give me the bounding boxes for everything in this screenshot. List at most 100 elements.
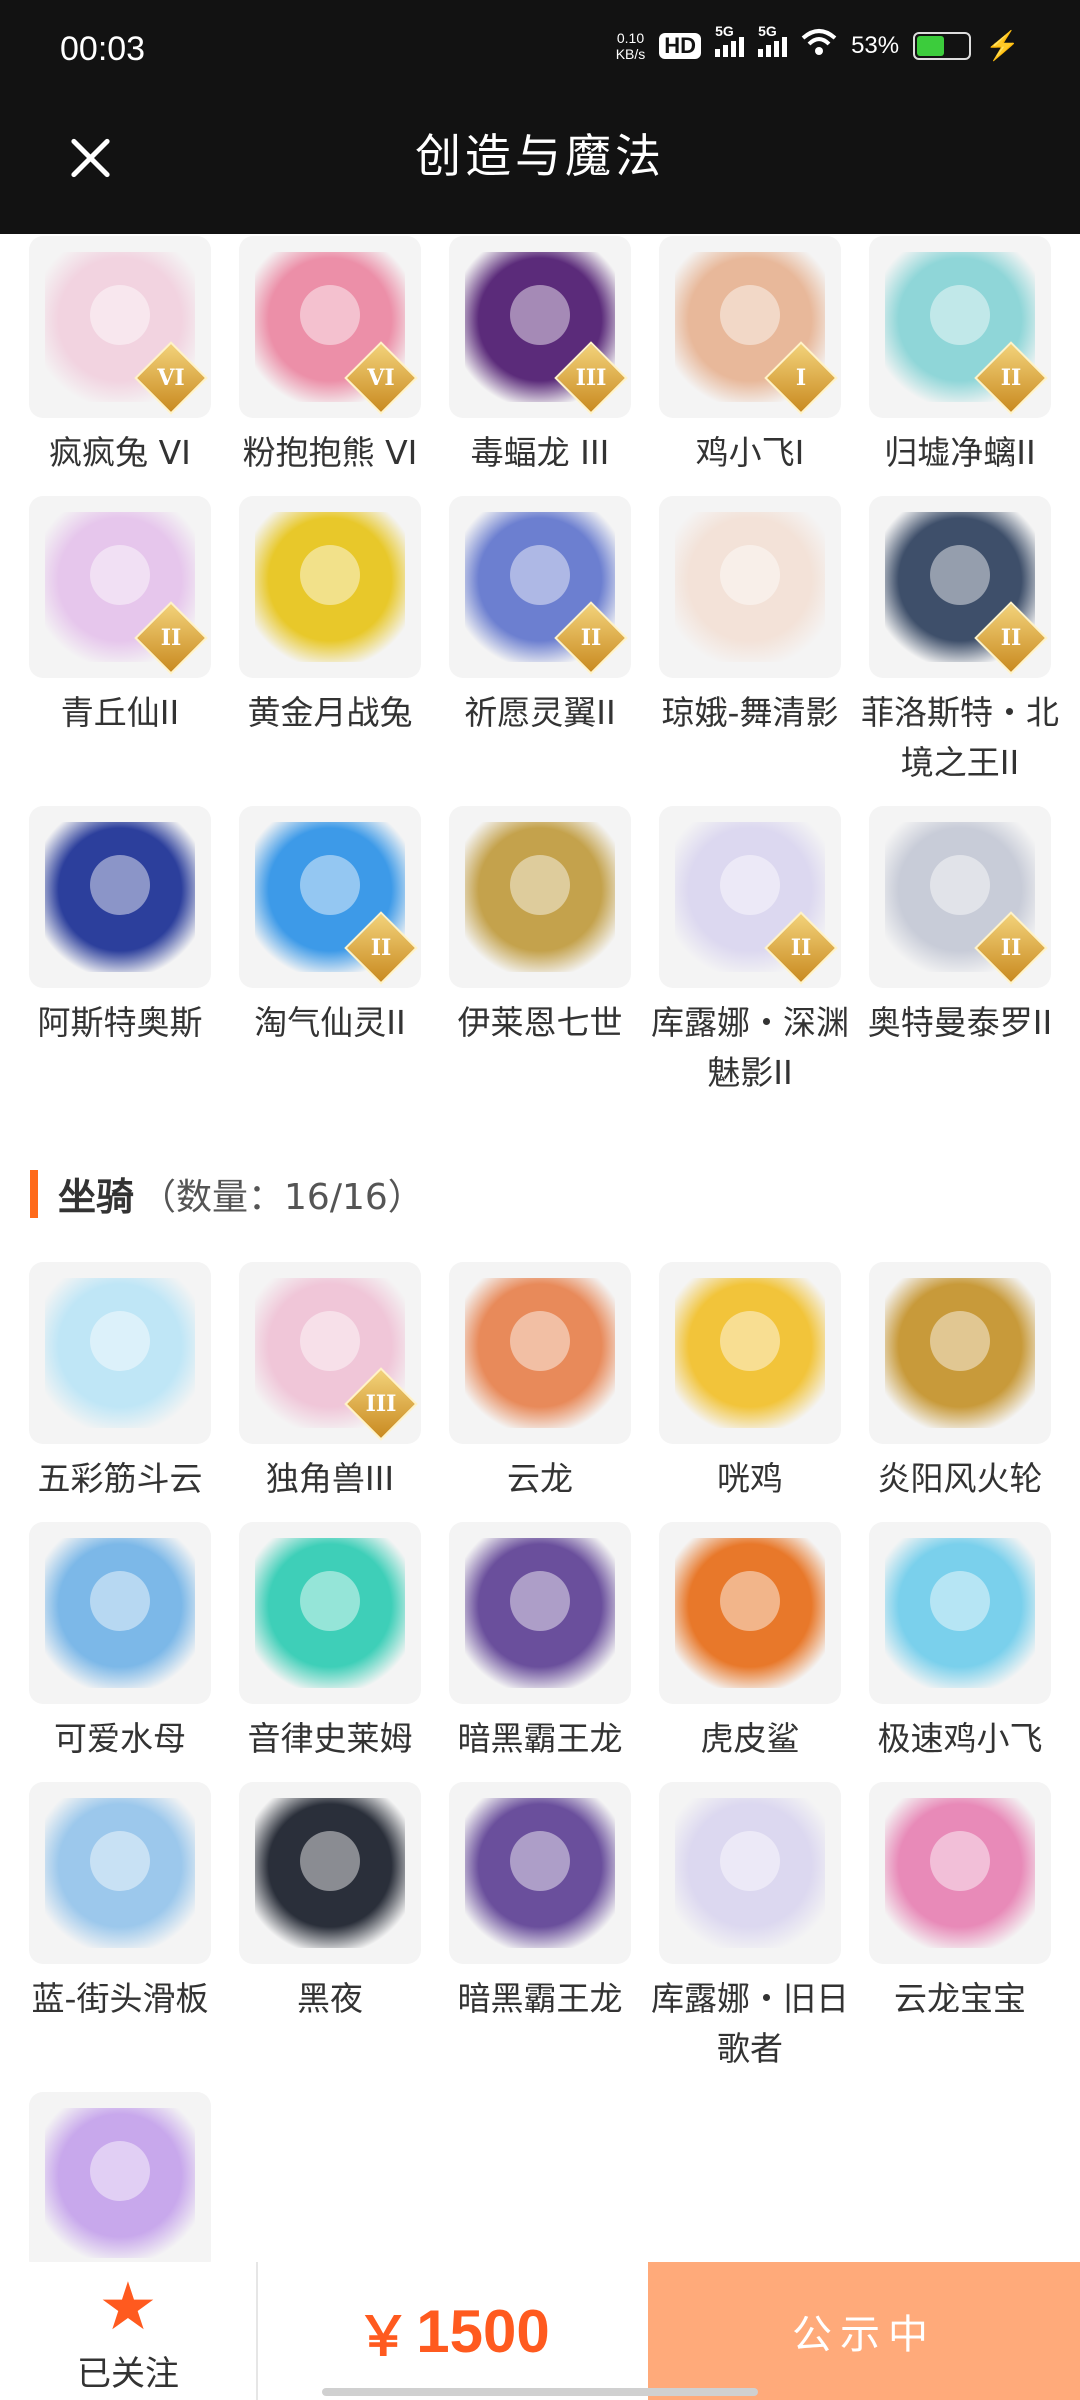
tier-badge-label: II [1000,365,1022,391]
battery-fill [917,35,944,56]
mount-artwork [885,1278,1035,1428]
mount-artwork [465,1798,615,1948]
mount-item[interactable]: 暗黑霸王龙 [440,1522,640,1764]
mount-artwork-highlight [90,1831,150,1891]
pet-item[interactable]: II 归墟净螭II [860,236,1060,478]
mount-item[interactable]: 暗黑霸王龙 [440,1782,640,2024]
pet-item[interactable]: II 祈愿灵翼II [440,496,640,738]
pet-item[interactable]: 伊莱恩七世 [440,806,640,1048]
pet-item[interactable]: II 菲洛斯特・北境之王II [860,496,1060,788]
pet-thumbnail: VI [239,236,421,418]
mount-label: 音律史莱姆 [247,1719,413,1758]
mount-item[interactable]: 虎皮鲨 [650,1522,850,1764]
mount-item[interactable] [20,2092,220,2274]
pet-item[interactable]: III 毒蝠龙 III [440,236,640,478]
mount-item[interactable]: 咣鸡 [650,1262,850,1504]
mount-artwork [885,1538,1035,1688]
mount-artwork-highlight [720,1571,780,1631]
pet-label: 黄金月战兔 [247,693,413,732]
mount-item[interactable]: 炎阳风火轮 [860,1262,1060,1504]
pet-artwork-highlight [930,545,990,605]
pet-item[interactable]: II 奥特曼泰罗II [860,806,1060,1048]
mount-artwork-highlight [90,1571,150,1631]
section-accent-bar [30,1169,38,1218]
mount-artwork-highlight [300,1311,360,1371]
pet-artwork-highlight [930,855,990,915]
pet-item[interactable]: 黄金月战兔 [230,496,430,738]
mount-artwork-highlight [510,1831,570,1891]
pet-thumbnail: II [869,806,1051,988]
pet-thumbnail [449,806,631,988]
mount-item[interactable]: 蓝-街头滑板 [20,1782,220,2024]
pet-thumbnail: II [29,496,211,678]
mount-thumbnail [29,2092,211,2274]
mount-label: 虎皮鲨 [700,1719,800,1758]
mount-item[interactable]: 五彩筋斗云 [20,1262,220,1504]
pet-label: 琼娥-舞清影 [661,693,839,732]
pet-artwork-highlight [510,285,570,345]
mount-artwork [255,1798,405,1948]
pet-item[interactable]: I 鸡小飞I [650,236,850,478]
pet-label: 奥特曼泰罗II [867,1003,1053,1042]
mount-thumbnail [869,1782,1051,1964]
charging-icon: ⚡ [985,30,1020,61]
status-icons: 0.10 KB/s HD 5G 5G 53% ⚡ [616,23,1020,63]
mount-item[interactable]: III 独角兽III [230,1262,430,1504]
mount-artwork [45,1538,195,1688]
pet-item[interactable]: 琼娥-舞清影 [650,496,850,738]
mount-item[interactable]: 黑夜 [230,1782,430,2024]
pet-thumbnail: II [449,496,631,678]
pet-item[interactable]: II 青丘仙II [20,496,220,738]
pet-artwork-highlight [720,285,780,345]
pet-item[interactable]: II 淘气仙灵II [230,806,430,1048]
pet-artwork-highlight [510,545,570,605]
pet-item[interactable]: VI 粉抱抱熊 VI [230,236,430,478]
mount-item[interactable]: 云龙宝宝 [860,1782,1060,2024]
tier-badge-label: I [795,365,807,391]
home-indicator[interactable] [322,2388,758,2396]
pet-item[interactable]: II 库露娜・深渊魅影II [650,806,850,1098]
pet-thumbnail [29,806,211,988]
status-time: 00:03 [60,30,146,68]
pet-artwork-highlight [930,285,990,345]
pet-item[interactable]: 阿斯特奥斯 [20,806,220,1048]
pet-thumbnail: II [659,806,841,988]
status-action-button[interactable]: 公示中 [648,2262,1080,2400]
mount-artwork-highlight [510,1311,570,1371]
mount-item[interactable]: 库露娜・旧日歌者 [650,1782,850,2074]
mount-item[interactable]: 可爱水母 [20,1522,220,1764]
follow-button[interactable]: ★ 已关注 [0,2262,256,2400]
mount-thumbnail [29,1782,211,1964]
mount-artwork-highlight [720,1311,780,1371]
signal-icon-sim1: 5G [715,23,745,57]
pet-label: 伊莱恩七世 [457,1003,623,1042]
mount-artwork-highlight [930,1311,990,1371]
section-title-mounts: 坐骑 （数量：16/16） [30,1166,424,1221]
mount-artwork [45,1278,195,1428]
pet-artwork [45,822,195,972]
mount-artwork [675,1278,825,1428]
mount-item[interactable]: 音律史莱姆 [230,1522,430,1764]
pet-thumbnail: VI [29,236,211,418]
mount-artwork-highlight [930,1571,990,1631]
mount-item[interactable]: 极速鸡小飞 [860,1522,1060,1764]
price-amount: 1500 [416,2297,550,2365]
mount-label: 极速鸡小飞 [877,1719,1043,1758]
mount-label: 暗黑霸王龙 [457,1979,623,2018]
pet-label: 归墟净螭II [884,433,1036,472]
mount-item[interactable]: 云龙 [440,1262,640,1504]
star-icon: ★ [98,2268,158,2345]
pet-artwork-highlight [720,855,780,915]
pet-thumbnail: III [449,236,631,418]
mount-thumbnail [659,1262,841,1444]
mount-artwork-highlight [930,1831,990,1891]
tier-badge-label: VI [157,365,185,391]
pet-thumbnail [659,496,841,678]
pet-item[interactable]: VI 疯疯兔 VI [20,236,220,478]
app-header: 创造与魔法 [0,100,1080,234]
mount-label: 云龙宝宝 [894,1979,1026,2018]
tier-badge-label: III [365,1391,397,1417]
mount-label: 蓝-街头滑板 [31,1979,209,2018]
mount-thumbnail [449,1782,631,1964]
tier-badge-label: II [790,935,812,961]
